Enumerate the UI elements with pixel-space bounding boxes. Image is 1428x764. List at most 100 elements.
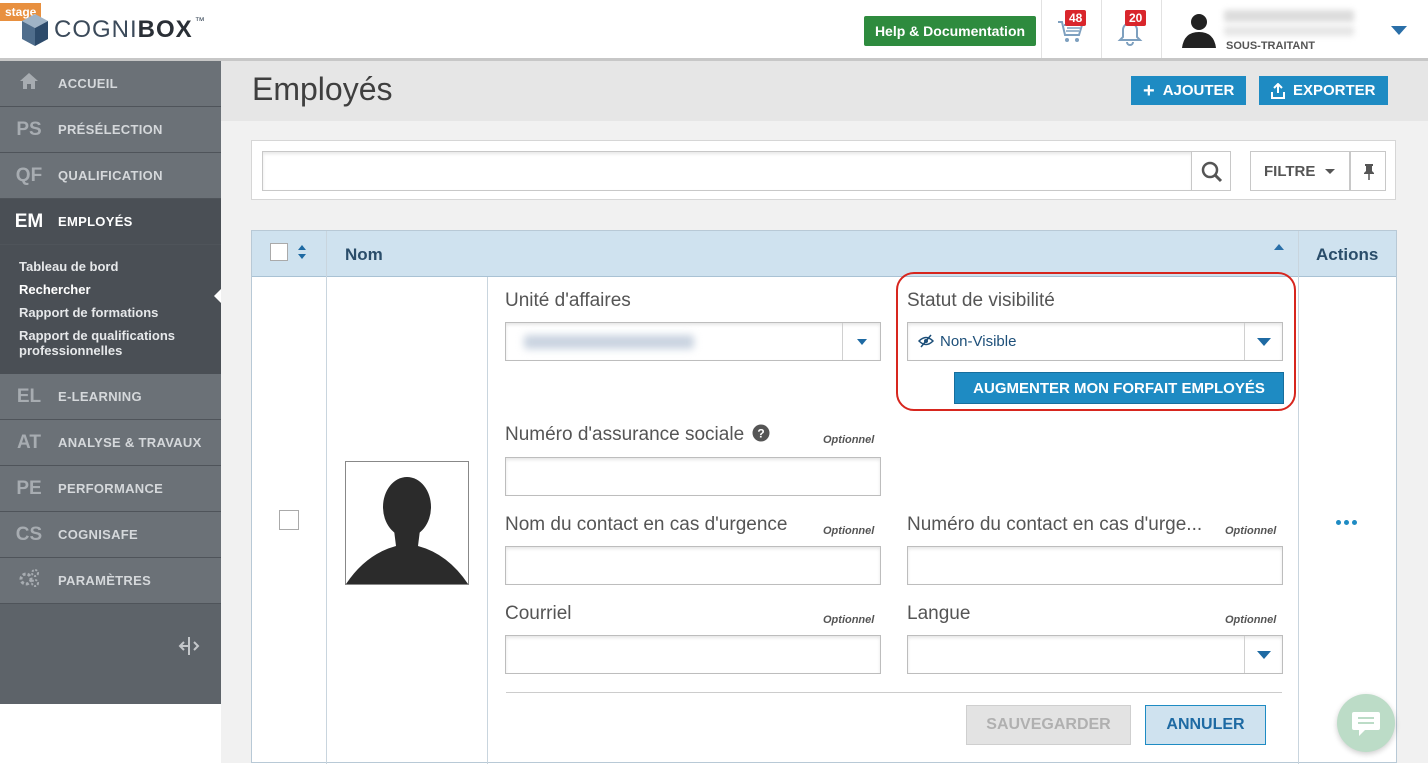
chevron-down-icon bbox=[1325, 168, 1336, 174]
sidebar-item-abbr: PS bbox=[16, 118, 42, 140]
column-header-actions: Actions bbox=[1316, 245, 1379, 264]
add-button-label: AJOUTER bbox=[1162, 82, 1235, 99]
sidebar-item-label: PARAMÈTRES bbox=[58, 573, 152, 588]
user-avatar-icon[interactable] bbox=[1180, 10, 1218, 48]
employes-subnav: Tableau de bord Rechercher Rapport de fo… bbox=[0, 245, 221, 374]
sort-icon[interactable] bbox=[297, 244, 307, 260]
sort-ascending-icon[interactable] bbox=[1274, 244, 1284, 250]
sidebar-item-cognisafe[interactable]: CS COGNISAFE bbox=[0, 512, 221, 558]
emergency-contact-name-input[interactable] bbox=[505, 546, 881, 585]
language-label: Langue bbox=[907, 603, 971, 624]
sidebar-item-parametres[interactable]: PARAMÈTRES bbox=[0, 558, 221, 604]
business-unit-value-blurred bbox=[524, 335, 694, 349]
row-checkbox[interactable] bbox=[279, 510, 299, 530]
gears-icon bbox=[0, 568, 58, 594]
top-bar: stage COGNIBOX ™ Help & Documentation 48 … bbox=[0, 0, 1428, 61]
chevron-down-icon bbox=[1244, 636, 1282, 673]
svg-text:?: ? bbox=[758, 427, 765, 441]
filter-dropdown-button[interactable]: FILTRE bbox=[1250, 151, 1350, 191]
logo-cube-icon bbox=[22, 14, 48, 46]
sidebar-item-abbr: QF bbox=[15, 164, 43, 186]
sin-label: Numéro d'assurance sociale ? bbox=[505, 424, 770, 446]
cart-count-badge: 48 bbox=[1065, 10, 1087, 26]
search-panel: FILTRE bbox=[251, 140, 1396, 200]
subnav-item-rechercher[interactable]: Rechercher bbox=[19, 282, 221, 297]
user-menu-chevron-down-icon[interactable] bbox=[1391, 26, 1407, 35]
person-silhouette-icon bbox=[346, 477, 468, 584]
sidebar-item-label: EMPLOYÉS bbox=[58, 214, 133, 229]
optional-tag: Optionnel bbox=[823, 434, 875, 446]
export-button[interactable]: EXPORTER bbox=[1259, 76, 1388, 105]
header-separator bbox=[1161, 0, 1162, 58]
sin-input[interactable] bbox=[505, 457, 881, 496]
email-label: Courriel bbox=[505, 603, 572, 624]
export-button-label: EXPORTER bbox=[1293, 82, 1376, 99]
search-input[interactable] bbox=[262, 151, 1192, 191]
sidebar-item-qualification[interactable]: QF QUALIFICATION bbox=[0, 153, 221, 199]
sidebar-item-abbr: PE bbox=[16, 477, 42, 499]
table-header: Nom Actions bbox=[252, 231, 1396, 277]
business-unit-label: Unité d'affaires bbox=[505, 290, 631, 311]
logo-text: COGNIBOX ™ bbox=[54, 16, 206, 43]
emergency-contact-number-label: Numéro du contact en cas d'urge... bbox=[907, 514, 1203, 535]
sidebar-item-accueil[interactable]: ACCUEIL bbox=[0, 61, 221, 107]
emergency-contact-number-input[interactable] bbox=[907, 546, 1283, 585]
sidebar-item-label: ACCUEIL bbox=[58, 76, 118, 91]
optional-tag: Optionnel bbox=[1225, 614, 1277, 626]
notification-count-badge: 20 bbox=[1125, 10, 1147, 26]
pin-button[interactable] bbox=[1350, 151, 1386, 191]
email-input[interactable] bbox=[505, 635, 881, 674]
subnav-item-tableau-de-bord[interactable]: Tableau de bord bbox=[19, 259, 221, 274]
select-all-checkbox[interactable] bbox=[270, 243, 288, 261]
sidebar-item-employes[interactable]: EM EMPLOYÉS bbox=[0, 199, 221, 245]
optional-tag: Optionnel bbox=[1225, 525, 1277, 537]
save-button[interactable]: SAUVEGARDER bbox=[966, 705, 1131, 745]
sidebar-item-label: QUALIFICATION bbox=[58, 168, 163, 183]
main-content: FILTRE Nom Actions Unité d'affaires Stat… bbox=[221, 121, 1428, 764]
header-separator bbox=[1041, 0, 1042, 58]
sidebar-item-label: ANALYSE & TRAVAUX bbox=[58, 435, 202, 450]
subnav-item-rapport-formations[interactable]: Rapport de formations bbox=[19, 305, 221, 320]
help-circle-icon[interactable]: ? bbox=[752, 424, 770, 442]
pin-icon bbox=[1364, 164, 1374, 180]
sidebar-item-abbr: CS bbox=[15, 523, 43, 545]
sidebar-item-abbr: AT bbox=[17, 431, 41, 453]
employee-photo-placeholder[interactable] bbox=[345, 461, 469, 585]
page-header: Employés + AJOUTER EXPORTER bbox=[221, 61, 1428, 121]
column-separator bbox=[487, 277, 488, 764]
emergency-contact-name-label: Nom du contact en cas d'urgence bbox=[505, 514, 788, 535]
sidebar-footer bbox=[0, 621, 221, 704]
logo[interactable]: COGNIBOX ™ bbox=[20, 12, 206, 48]
highlight-annotation bbox=[896, 272, 1296, 411]
column-header-nom[interactable]: Nom bbox=[345, 245, 383, 265]
chat-widget-button[interactable] bbox=[1337, 694, 1395, 752]
search-button[interactable] bbox=[1191, 151, 1231, 191]
sidebar-item-label: COGNISAFE bbox=[58, 527, 138, 542]
search-icon bbox=[1201, 161, 1223, 183]
chevron-down-icon bbox=[842, 323, 880, 360]
column-separator bbox=[1298, 231, 1299, 764]
subnav-item-rapport-qualifications[interactable]: Rapport de qualifications professionnell… bbox=[19, 328, 194, 358]
help-documentation-button[interactable]: Help & Documentation bbox=[864, 16, 1036, 46]
plus-icon: + bbox=[1143, 79, 1155, 102]
export-icon bbox=[1271, 82, 1285, 99]
collapse-sidebar-icon[interactable] bbox=[178, 635, 200, 657]
more-actions-icon[interactable] bbox=[1336, 520, 1357, 525]
page-title: Employés bbox=[252, 71, 393, 107]
sidebar-item-preselection[interactable]: PS PRÉSÉLECTION bbox=[0, 107, 221, 153]
chat-icon bbox=[1352, 712, 1380, 736]
business-unit-select[interactable] bbox=[505, 322, 881, 361]
sidebar-item-analyse-travaux[interactable]: AT ANALYSE & TRAVAUX bbox=[0, 420, 221, 466]
form-divider bbox=[506, 692, 1282, 693]
cancel-button[interactable]: ANNULER bbox=[1145, 705, 1266, 745]
sidebar-item-abbr: EM bbox=[14, 210, 44, 232]
user-company-blurred bbox=[1224, 26, 1354, 36]
add-button[interactable]: + AJOUTER bbox=[1131, 76, 1247, 105]
optional-tag: Optionnel bbox=[823, 525, 875, 537]
language-select[interactable] bbox=[907, 635, 1283, 674]
user-role: SOUS-TRAITANT bbox=[1226, 40, 1316, 52]
sidebar-item-performance[interactable]: PE PERFORMANCE bbox=[0, 466, 221, 512]
sidebar-item-e-learning[interactable]: EL E-LEARNING bbox=[0, 374, 221, 420]
sidebar: ACCUEIL PS PRÉSÉLECTION QF QUALIFICATION… bbox=[0, 61, 221, 704]
sidebar-item-abbr: EL bbox=[16, 385, 42, 407]
